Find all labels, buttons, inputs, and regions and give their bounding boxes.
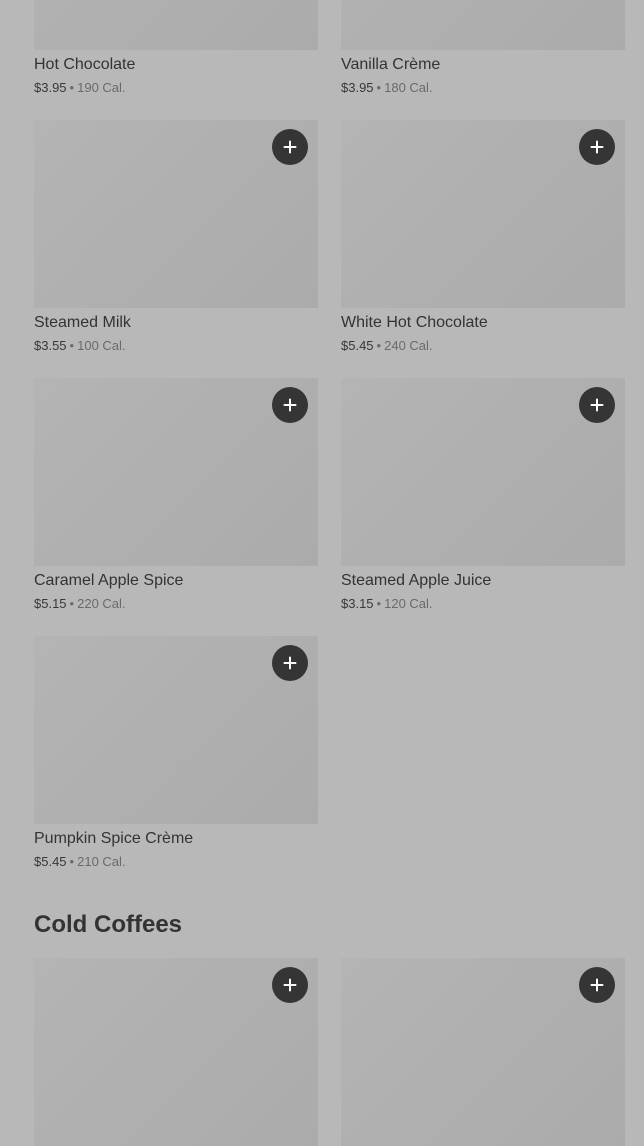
item-image[interactable] bbox=[34, 120, 318, 308]
item-name: Hot Chocolate bbox=[34, 56, 136, 73]
item-name: Caramel Apple Spice bbox=[34, 572, 184, 589]
separator-dot: • bbox=[69, 80, 75, 95]
add-to-order-button[interactable] bbox=[579, 387, 615, 423]
section-heading-cold-coffees: Cold Coffees bbox=[34, 911, 183, 938]
item-image[interactable] bbox=[341, 378, 625, 566]
item-name: Vanilla Crème bbox=[341, 56, 441, 73]
item-price: $3.15 bbox=[341, 596, 374, 611]
separator-dot: • bbox=[376, 338, 382, 353]
item-name: White Hot Chocolate bbox=[341, 314, 488, 331]
item-calories: 180 Cal. bbox=[384, 80, 433, 95]
item-image[interactable] bbox=[341, 120, 625, 308]
item-calories: 120 Cal. bbox=[384, 596, 433, 611]
item-image[interactable] bbox=[34, 958, 318, 1146]
item-name: Pumpkin Spice Crème bbox=[34, 830, 194, 847]
plus-icon bbox=[590, 978, 604, 992]
item-calories: 190 Cal. bbox=[77, 80, 126, 95]
item-image[interactable] bbox=[34, 0, 318, 50]
separator-dot: • bbox=[69, 338, 75, 353]
add-to-order-button[interactable] bbox=[272, 387, 308, 423]
item-price: $5.45 bbox=[341, 338, 374, 353]
item-image[interactable] bbox=[341, 958, 625, 1146]
menu-page: Hot Chocolate $3.95 • 190 Cal. Vanilla Crè… bbox=[0, 0, 644, 1146]
item-image[interactable] bbox=[34, 636, 318, 824]
item-meta: $5.45 • 210 Cal. bbox=[34, 853, 126, 871]
add-to-order-button[interactable] bbox=[579, 129, 615, 165]
add-to-order-button[interactable] bbox=[272, 967, 308, 1003]
separator-dot: • bbox=[376, 596, 382, 611]
item-meta: $3.95 • 190 Cal. bbox=[34, 79, 126, 97]
item-calories: 100 Cal. bbox=[77, 338, 126, 353]
item-price: $3.95 bbox=[34, 80, 67, 95]
item-meta: $3.55 • 100 Cal. bbox=[34, 337, 126, 355]
item-image[interactable] bbox=[341, 0, 625, 50]
add-to-order-button[interactable] bbox=[272, 129, 308, 165]
item-calories: 240 Cal. bbox=[384, 338, 433, 353]
item-price: $3.95 bbox=[341, 80, 374, 95]
item-meta: $5.45 • 240 Cal. bbox=[341, 337, 433, 355]
item-calories: 210 Cal. bbox=[77, 854, 126, 869]
item-meta: $3.95 • 180 Cal. bbox=[341, 79, 433, 97]
separator-dot: • bbox=[69, 596, 75, 611]
plus-icon bbox=[283, 140, 297, 154]
item-image[interactable] bbox=[34, 378, 318, 566]
add-to-order-button[interactable] bbox=[272, 645, 308, 681]
item-calories: 220 Cal. bbox=[77, 596, 126, 611]
separator-dot: • bbox=[69, 854, 75, 869]
item-meta: $5.15 • 220 Cal. bbox=[34, 595, 126, 613]
plus-icon bbox=[283, 978, 297, 992]
item-meta: $3.15 • 120 Cal. bbox=[341, 595, 433, 613]
plus-icon bbox=[590, 140, 604, 154]
item-price: $5.15 bbox=[34, 596, 67, 611]
item-name: Steamed Apple Juice bbox=[341, 572, 492, 589]
separator-dot: • bbox=[376, 80, 382, 95]
plus-icon bbox=[283, 656, 297, 670]
item-name: Steamed Milk bbox=[34, 314, 131, 331]
item-price: $5.45 bbox=[34, 854, 67, 869]
add-to-order-button[interactable] bbox=[579, 967, 615, 1003]
item-price: $3.55 bbox=[34, 338, 67, 353]
plus-icon bbox=[283, 398, 297, 412]
plus-icon bbox=[590, 398, 604, 412]
